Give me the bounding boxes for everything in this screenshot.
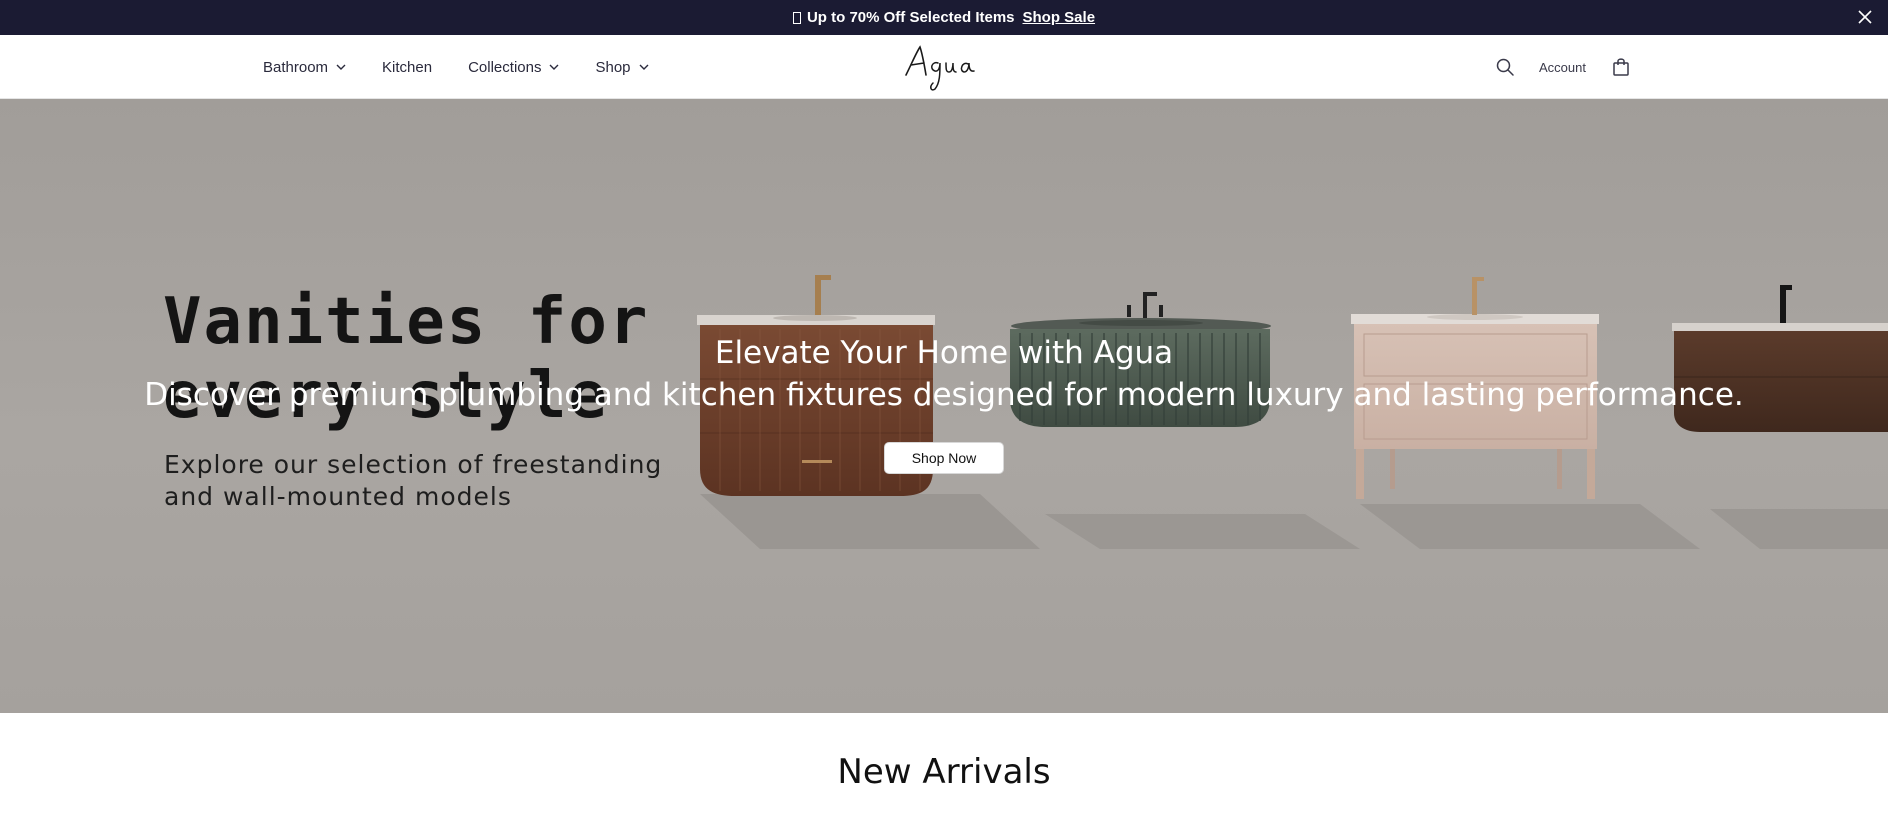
nav-item-label: Collections	[468, 58, 542, 76]
nav-item-shop[interactable]: Shop	[595, 58, 649, 76]
close-icon[interactable]	[1856, 8, 1874, 26]
header-utilities: Account	[1495, 35, 1630, 99]
shop-sale-link[interactable]: Shop Sale	[1023, 9, 1096, 26]
nav-item-label: Bathroom	[263, 58, 329, 76]
announcement-text: Up to 70% Off Selected Items	[806, 9, 1015, 26]
announcement-bar: Up to 70% Off Selected Items Shop Sale	[0, 0, 1888, 35]
hero-overlay-text: Discover premium plumbing and kitchen fi…	[144, 377, 1744, 413]
search-icon[interactable]	[1495, 57, 1515, 77]
hero-subtitle: Explore our selection of freestanding an…	[164, 450, 663, 511]
hero-banner: Vanities for every style Explore our sel…	[0, 99, 1888, 713]
chevron-down-icon	[336, 64, 346, 70]
chevron-down-icon	[639, 64, 649, 70]
main-nav: Bathroom Kitchen Collections Shop	[263, 35, 685, 99]
shop-now-button[interactable]: Shop Now	[884, 442, 1004, 474]
nav-item-collections[interactable]: Collections	[468, 59, 559, 76]
nav-item-kitchen[interactable]: Kitchen	[382, 59, 432, 76]
account-link[interactable]: Account	[1539, 60, 1586, 75]
agua-logo[interactable]	[902, 41, 986, 93]
gift-icon	[792, 11, 801, 24]
nav-item-bathroom[interactable]: Bathroom	[263, 59, 346, 76]
section-title-new-arrivals: New Arrivals	[837, 752, 1051, 792]
nav-item-label: Kitchen	[382, 58, 433, 76]
site-header: Bathroom Kitchen Collections Shop Accoun…	[0, 35, 1888, 99]
hero-overlay-heading: Elevate Your Home with Agua	[714, 335, 1174, 371]
shopping-bag-icon[interactable]	[1612, 57, 1630, 77]
nav-item-label: Shop	[595, 58, 631, 76]
chevron-down-icon	[549, 64, 559, 70]
